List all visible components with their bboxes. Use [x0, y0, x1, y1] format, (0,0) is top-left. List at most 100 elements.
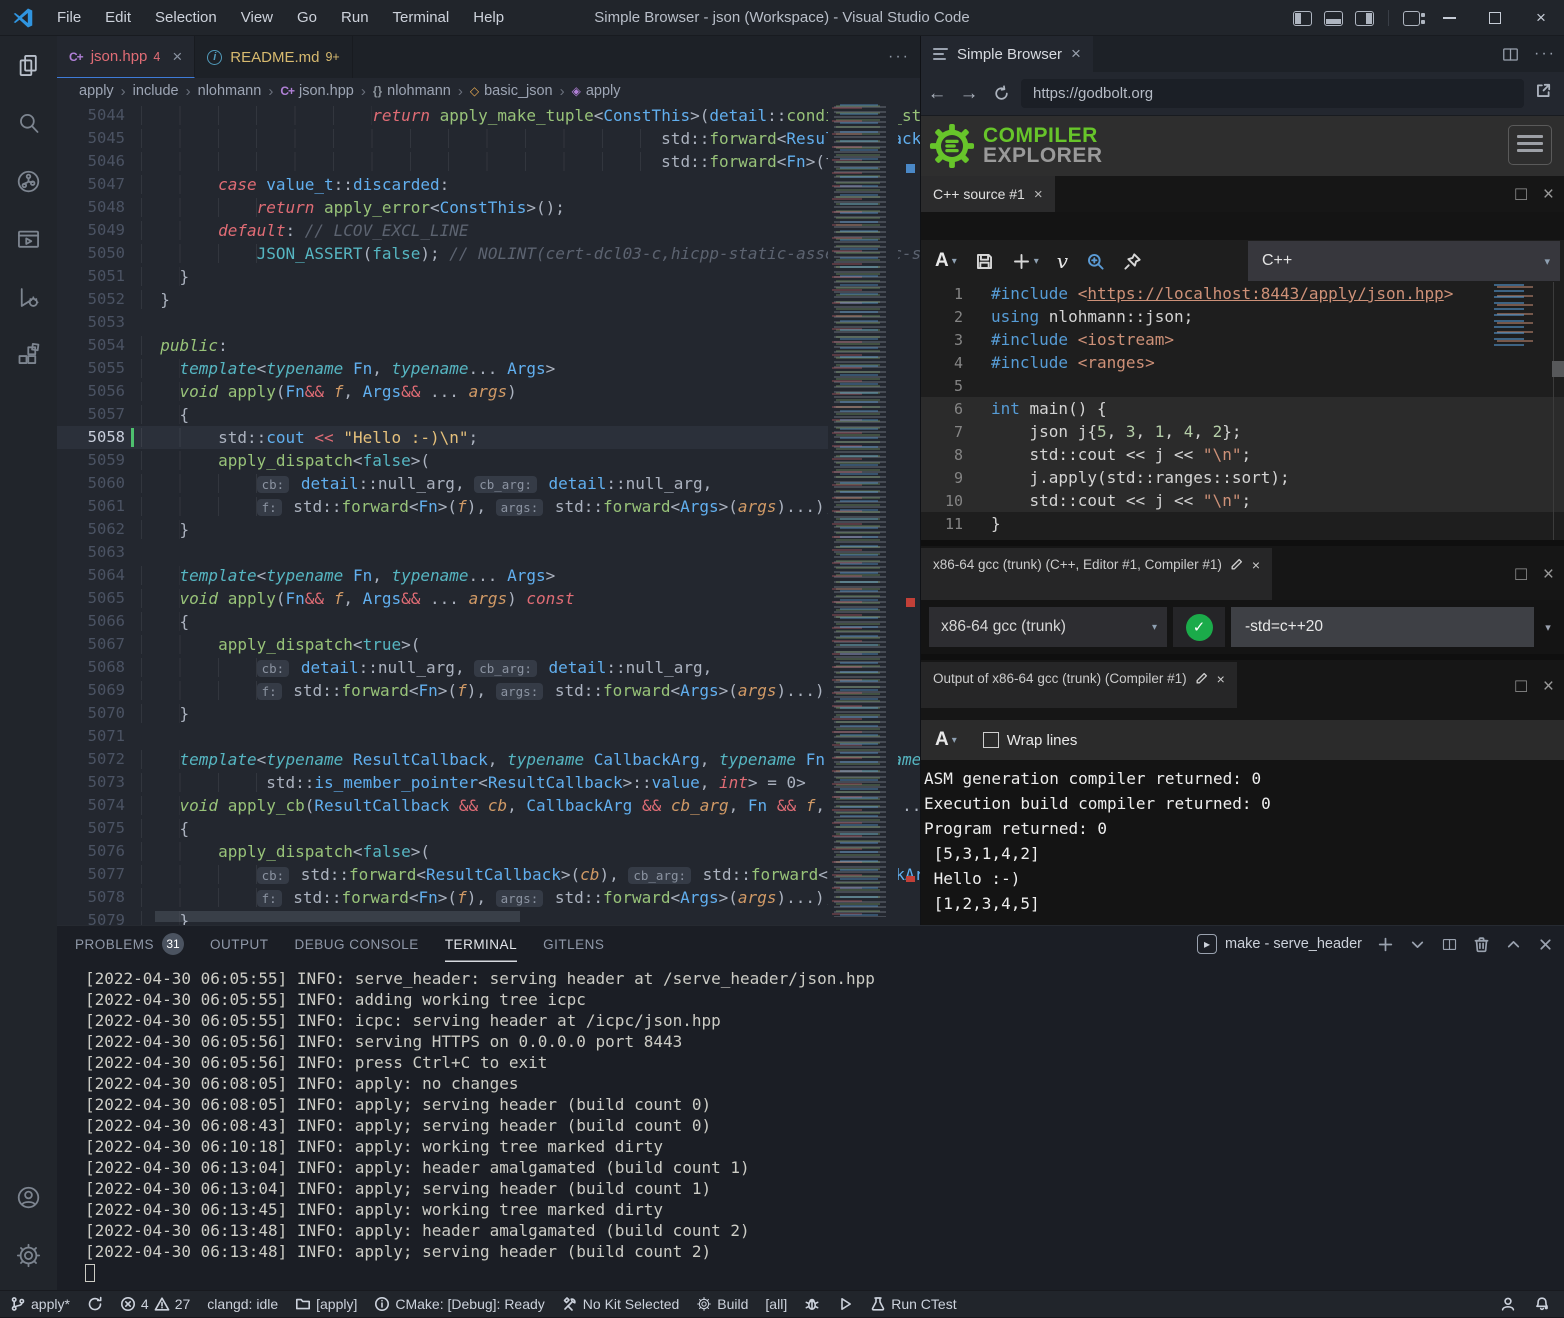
code-line[interactable]: 5056 void apply(Fn&& f, Args&& ... args)	[57, 380, 828, 403]
clangd-status[interactable]: clangd: idle	[207, 1296, 278, 1312]
code-line[interactable]: 5044 return apply_make_tuple<ConstThis>(…	[57, 104, 828, 127]
sidebar-item-extensions[interactable]	[0, 326, 57, 384]
code-line[interactable]: 5074 void apply_cb(ResultCallback && cb,…	[57, 794, 828, 817]
tab-simple-browser[interactable]: Simple Browser ×	[921, 36, 1093, 72]
output-pane-tab[interactable]: Output of x86-64 gcc (trunk) (Compiler #…	[921, 662, 1237, 708]
sidebar-item-source-control[interactable]	[0, 152, 57, 210]
font-size-button[interactable]: A▾	[935, 729, 957, 751]
code-line[interactable]: 5065 void apply(Fn&& f, Args&& ... args)…	[57, 587, 828, 610]
ctest-button[interactable]: Run CTest	[870, 1296, 956, 1312]
rename-icon[interactable]	[1230, 557, 1244, 574]
tab-json-hpp[interactable]: C+ json.hpp 4 ×	[57, 36, 195, 78]
menu-help[interactable]: Help	[463, 5, 514, 30]
code-line[interactable]: 5058 std::cout << "Hello :-)\n";	[57, 426, 828, 449]
breadcrumb-item-nlohmann[interactable]: {}nlohmann	[373, 83, 451, 99]
source-line[interactable]: 1#include <https://localhost:8443/apply/…	[921, 282, 1564, 305]
rename-icon[interactable]	[1195, 671, 1209, 688]
maximize-button[interactable]	[1472, 0, 1518, 36]
menu-go[interactable]: Go	[287, 5, 327, 30]
close-window-button[interactable]: ×	[1518, 0, 1564, 36]
menu-run[interactable]: Run	[331, 5, 379, 30]
minimap[interactable]	[828, 104, 898, 917]
close-pane-icon[interactable]: ×	[1543, 564, 1554, 586]
publish-button[interactable]	[87, 1296, 103, 1312]
code-line[interactable]: 5066 {	[57, 610, 828, 633]
code-line[interactable]: 5051 }	[57, 265, 828, 288]
code-line[interactable]: 5073 std::is_member_pointer<ResultCallba…	[57, 771, 828, 794]
sidebar-item-run-debug[interactable]	[0, 268, 57, 326]
cmake-status[interactable]: CMake: [Debug]: Ready	[374, 1296, 544, 1312]
reload-button[interactable]	[985, 85, 1017, 102]
more-actions-icon[interactable]: ···	[1534, 45, 1556, 63]
flags-dropdown-icon[interactable]: ▾	[1536, 607, 1560, 647]
code-line[interactable]: 5078 f: std::forward<Fn>(f), args: std::…	[57, 886, 828, 909]
toggle-secondary-sidebar-icon[interactable]	[1355, 11, 1374, 26]
code-line[interactable]: 5050 JSON_ASSERT(false); // NOLINT(cert-…	[57, 242, 828, 265]
breadcrumb-item-json.hpp[interactable]: C+json.hpp	[280, 83, 354, 99]
maximize-pane-icon[interactable]: □	[1515, 676, 1526, 698]
source-line[interactable]: 2using nlohmann::json;	[921, 305, 1564, 328]
customize-layout-icon[interactable]	[1403, 11, 1420, 26]
feedback-button[interactable]	[1500, 1296, 1516, 1312]
toggle-sidebar-icon[interactable]	[1293, 11, 1312, 26]
code-line[interactable]: 5054 public:	[57, 334, 828, 357]
tab-readme-md[interactable]: i README.md 9+	[195, 36, 352, 78]
chevron-down-icon[interactable]	[1409, 936, 1426, 953]
code-line[interactable]: 5069 f: std::forward<Fn>(f), args: std::…	[57, 679, 828, 702]
sidebar-item-search[interactable]	[0, 94, 57, 152]
url-input[interactable]: https://godbolt.org	[1021, 79, 1524, 108]
close-panel-icon[interactable]	[1537, 936, 1554, 953]
build-button[interactable]: Build	[696, 1296, 748, 1312]
language-select[interactable]: C++ ▾	[1248, 241, 1560, 281]
forward-button[interactable]: →	[953, 83, 985, 105]
menu-selection[interactable]: Selection	[145, 5, 227, 30]
debug-button[interactable]	[804, 1296, 820, 1312]
code-line[interactable]: 5068 cb: detail::null_arg, cb_arg: detai…	[57, 656, 828, 679]
vim-mode-button[interactable]: v	[1057, 249, 1068, 273]
notifications-button[interactable]	[1534, 1296, 1550, 1312]
menu-terminal[interactable]: Terminal	[383, 5, 460, 30]
compiler-pane-tab[interactable]: x86-64 gcc (trunk) (C++, Editor #1, Comp…	[921, 548, 1272, 600]
code-line[interactable]: 5077 cb: std::forward<ResultCallback>(cb…	[57, 863, 828, 886]
panel-tab-gitlens[interactable]: GITLENS	[543, 926, 604, 962]
branch-status[interactable]: apply*	[10, 1296, 70, 1312]
maximize-pane-icon[interactable]: □	[1515, 564, 1526, 586]
launch-button[interactable]	[837, 1296, 853, 1312]
back-button[interactable]: ←	[921, 83, 953, 105]
sidebar-item-cmake[interactable]	[0, 210, 57, 268]
build-target[interactable]: [all]	[765, 1296, 787, 1312]
open-external-button[interactable]	[1534, 82, 1552, 105]
menu-view[interactable]: View	[231, 5, 283, 30]
source-tab[interactable]: C++ source #1 ×	[921, 176, 1055, 212]
compiler-select[interactable]: x86-64 gcc (trunk) ▾	[929, 607, 1167, 647]
source-line[interactable]: 5	[921, 374, 1564, 397]
source-line[interactable]: 9 j.apply(std::ranges::sort);	[921, 466, 1564, 489]
source-line[interactable]: 7 json j{5, 3, 1, 4, 2};	[921, 420, 1564, 443]
code-editor[interactable]: 5044 return apply_make_tuple<ConstThis>(…	[57, 104, 920, 925]
save-button[interactable]	[975, 252, 994, 271]
source-line[interactable]: 6int main() {	[921, 397, 1564, 420]
settings-button[interactable]	[0, 1226, 57, 1284]
maximize-panel-icon[interactable]	[1505, 936, 1522, 953]
pin-button[interactable]	[1123, 252, 1142, 271]
panel-tab-problems[interactable]: PROBLEMS31	[75, 926, 184, 962]
breadcrumb-item-basic_json[interactable]: ◇basic_json	[470, 83, 553, 99]
horizontal-scrollbar[interactable]	[155, 911, 520, 922]
wrap-lines-checkbox[interactable]	[983, 732, 999, 748]
panel-tab-terminal[interactable]: TERMINAL	[445, 926, 517, 962]
close-tab-icon[interactable]: ×	[172, 47, 182, 67]
code-line[interactable]: 5048 return apply_error<ConstThis>();	[57, 196, 828, 219]
source-line[interactable]: 11}	[921, 512, 1564, 535]
breadcrumb-item-apply[interactable]: apply	[79, 83, 114, 99]
code-line[interactable]: 5046 std::forward<Fn>(f));	[57, 150, 828, 173]
problems-status[interactable]: 4 27	[120, 1296, 190, 1312]
hamburger-menu-icon[interactable]	[1508, 125, 1552, 165]
code-line[interactable]: 5064 template<typename Fn, typename... A…	[57, 564, 828, 587]
code-line[interactable]: 5049 default: // LCOV_EXCL_LINE	[57, 219, 828, 242]
new-terminal-icon[interactable]	[1377, 936, 1394, 953]
code-line[interactable]: 5045 std::forward<ResultCallback>(cb),	[57, 127, 828, 150]
code-line[interactable]: 5072 template<typename ResultCallback, t…	[57, 748, 828, 771]
cmake-project[interactable]: [apply]	[295, 1296, 357, 1312]
panel-tab-debug-console[interactable]: DEBUG CONSOLE	[295, 926, 419, 962]
zoom-button[interactable]	[1086, 252, 1105, 271]
